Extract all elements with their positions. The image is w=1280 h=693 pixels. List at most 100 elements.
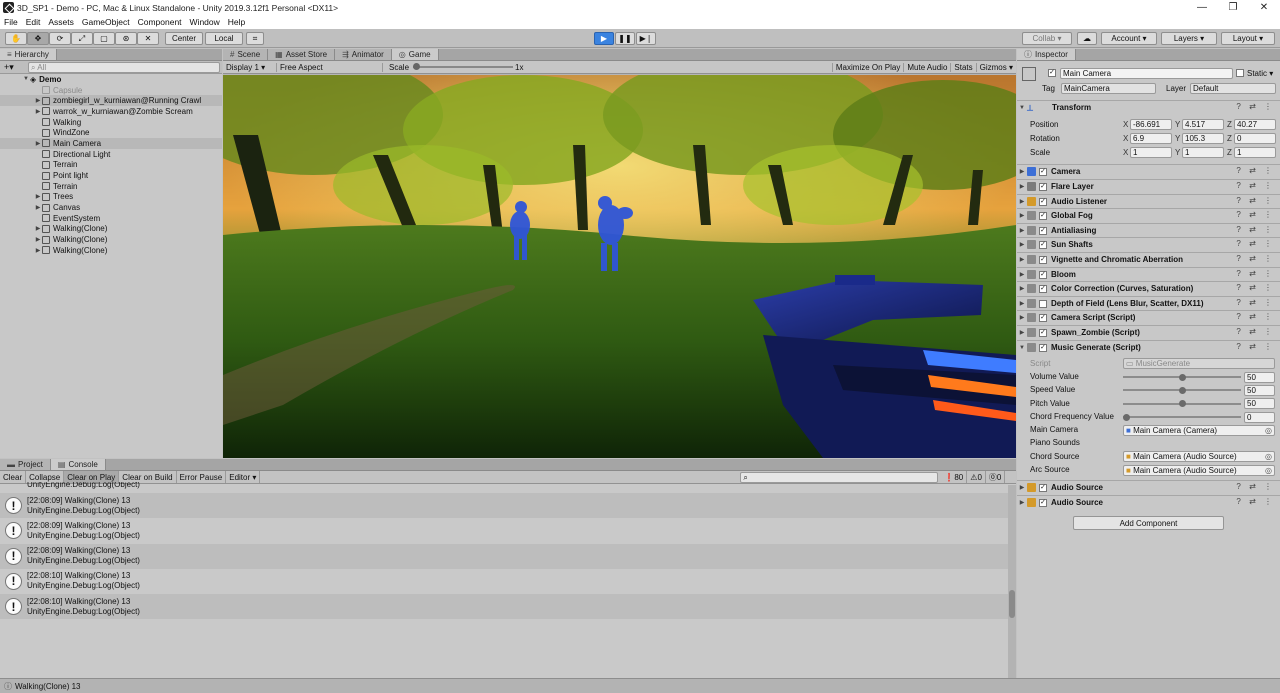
tab-view[interactable]: ◎ Game — [391, 49, 439, 60]
log-entry[interactable]: ! [22:08:10] Walking(Clone) 13 UnityEngine… — [0, 594, 1008, 620]
hierarchy-item[interactable]: ▶ warrok_w_kurniawan@Zombie Scream — [0, 106, 222, 117]
expand-arrow-icon[interactable]: ▶ — [1017, 329, 1027, 336]
hierarchy-item[interactable]: Walking — [0, 117, 222, 128]
component-tools-icon[interactable]: ? ⇄ ⋮ — [1236, 102, 1275, 111]
component-enabled-checkbox[interactable]: ✓ — [1039, 240, 1047, 249]
component-header[interactable]: ▶ ✓ Audio Listener ? ⇄ ⋮ — [1017, 194, 1280, 208]
rotate-tool-icon[interactable]: ⟳ — [49, 32, 71, 45]
editor-dropdown[interactable]: Editor ▾ — [226, 471, 261, 483]
component-tools-icon[interactable]: ? ⇄ ⋮ — [1236, 327, 1275, 336]
component-enabled-checkbox[interactable]: ✓ — [1039, 211, 1047, 220]
component-header[interactable]: ▶ Depth of Field (Lens Blur, Scatter, DX1… — [1017, 296, 1280, 310]
active-checkbox[interactable]: ✓ — [1048, 69, 1056, 77]
component-header[interactable]: ▼ ✓ Music Generate (Script) ? ⇄ ⋮ — [1017, 340, 1280, 354]
hierarchy-item[interactable]: ▶ Walking(Clone) — [0, 234, 222, 245]
scale-tool-icon[interactable]: ⤢ — [71, 32, 93, 45]
tag-dropdown[interactable]: MainCamera — [1061, 83, 1156, 94]
expand-arrow-icon[interactable]: ▶ — [34, 97, 42, 104]
hierarchy-search-input[interactable]: ⌕ All — [28, 62, 220, 73]
collapse-arrow-icon[interactable]: ▼ — [1017, 345, 1027, 351]
expand-arrow-icon[interactable]: ▶ — [1017, 300, 1027, 307]
component-enabled-checkbox[interactable]: ✓ — [1039, 270, 1047, 279]
snap-icon[interactable]: ⌗ — [246, 32, 264, 45]
add-component-button[interactable]: Add Component — [1073, 516, 1224, 530]
object-picker-icon[interactable]: ◎ — [1265, 426, 1272, 435]
component-tools-icon[interactable]: ? ⇄ ⋮ — [1236, 181, 1275, 190]
slider-value-field[interactable]: 0 — [1244, 411, 1275, 423]
pivot-center-button[interactable]: Center — [165, 32, 203, 45]
component-header[interactable]: ▶ ✓ Flare Layer ? ⇄ ⋮ — [1017, 179, 1280, 193]
component-header[interactable]: ▶ ✓ Vignette and Chromatic Aberration ? ⇄ ⋮ — [1017, 252, 1280, 266]
menu-help[interactable]: Help — [228, 17, 245, 27]
component-enabled-checkbox[interactable]: ✓ — [1039, 182, 1047, 191]
expand-arrow-icon[interactable]: ▶ — [1017, 256, 1027, 263]
hierarchy-item[interactable]: WindZone — [0, 127, 222, 138]
component-header[interactable]: ▶ ✓ Color Correction (Curves, Saturation)?… — [1017, 281, 1280, 295]
console-scroll-thumb[interactable] — [1009, 590, 1015, 618]
pause-button[interactable]: ❚❚ — [615, 32, 635, 45]
clear-button[interactable]: Clear — [0, 471, 27, 483]
rect-tool-icon[interactable]: ▢ — [93, 32, 115, 45]
object-ref-field[interactable]: ■ Main Camera (Audio Source) ◎ — [1123, 451, 1275, 463]
component-enabled-checkbox[interactable]: ✓ — [1039, 313, 1047, 322]
component-tools-icon[interactable]: ? ⇄ ⋮ — [1236, 283, 1275, 292]
component-header[interactable]: ▶ ✓ Sun Shafts ? ⇄ ⋮ — [1017, 237, 1280, 251]
menu-file[interactable]: File — [4, 17, 18, 27]
expand-arrow-icon[interactable]: ▶ — [34, 193, 42, 200]
error-pause-toggle[interactable]: Error Pause — [177, 471, 227, 483]
log-entry[interactable]: ! [22:08:09] Walking(Clone) 13 UnityEngine… — [0, 518, 1008, 543]
tab-inspector[interactable]: ⓘ Inspector — [1017, 49, 1076, 60]
scale-slider-knob[interactable] — [413, 63, 421, 70]
rotation-x-field[interactable]: 6.9 — [1130, 133, 1172, 144]
component-enabled-checkbox[interactable] — [1039, 299, 1047, 308]
menu-window[interactable]: Window — [190, 17, 220, 27]
mute-audio-toggle[interactable]: Mute Audio — [903, 62, 950, 72]
component-header[interactable]: ▶ ✓ Antialiasing ? ⇄ ⋮ — [1017, 223, 1280, 237]
expand-arrow-icon[interactable]: ▶ — [1017, 198, 1027, 205]
expand-arrow-icon[interactable]: ▶ — [1017, 183, 1027, 190]
display-dropdown[interactable]: Display 1 ▾ — [223, 62, 277, 72]
pivot-local-button[interactable]: Local — [205, 32, 243, 45]
component-tools-icon[interactable]: ? ⇄ ⋮ — [1236, 312, 1275, 321]
tab-hierarchy[interactable]: ≡ Hierarchy — [0, 49, 57, 60]
audio-source-2-checkbox[interactable]: ✓ — [1039, 498, 1047, 507]
component-tools-icon[interactable]: ? ⇄ ⋮ — [1236, 342, 1275, 351]
log-entry[interactable]: ! [22:08:09] Walking(Clone) 13 UnityEngine… — [0, 493, 1008, 518]
expand-arrow-icon[interactable]: ▶ — [1017, 227, 1027, 234]
object-picker-icon[interactable]: ◎ — [1265, 452, 1272, 461]
log-entry[interactable]: ! [22:08:09] Walking(Clone) 13 UnityEngine… — [0, 543, 1008, 569]
component-tools-icon[interactable]: ? ⇄ ⋮ — [1236, 298, 1275, 307]
expand-arrow-icon[interactable]: ▶ — [34, 108, 42, 115]
slider-knob[interactable] — [1179, 373, 1186, 381]
object-name-field[interactable]: Main Camera — [1060, 68, 1233, 79]
play-button[interactable]: ▶ — [594, 32, 614, 45]
hierarchy-item[interactable]: ▶ Walking(Clone) — [0, 224, 222, 235]
log-entry[interactable]: ! [22:08:10] Walking(Clone) 13 UnityEngine… — [0, 569, 1008, 594]
scale-slider[interactable] — [413, 61, 514, 73]
rotation-y-field[interactable]: 105.3 — [1182, 133, 1224, 144]
hierarchy-item[interactable]: Point light — [0, 170, 222, 181]
step-button[interactable]: ▶❘ — [636, 32, 656, 45]
component-tools-icon[interactable]: ? ⇄ ⋮ — [1236, 210, 1275, 219]
game-render[interactable] — [223, 75, 1016, 458]
error-count-toggle[interactable]: ⓪0 — [986, 471, 1006, 483]
console-scrollbar[interactable] — [1008, 485, 1016, 678]
expand-arrow-icon[interactable]: ▶ — [34, 247, 42, 254]
tab-console[interactable]: ▬ Project — [0, 459, 51, 470]
cloud-icon[interactable]: ☁ — [1077, 32, 1097, 45]
component-header[interactable]: ▶ ✓ Camera ? ⇄ ⋮ — [1017, 164, 1280, 178]
create-plus-icon[interactable]: +▾ — [4, 62, 14, 73]
menu-component[interactable]: Component — [138, 17, 182, 27]
scale-y-field[interactable]: 1 — [1182, 147, 1224, 158]
expand-arrow-icon[interactable]: ▶ — [1017, 314, 1027, 321]
static-checkbox[interactable] — [1236, 69, 1244, 77]
account-dropdown[interactable]: Account ▾ — [1101, 32, 1157, 45]
stats-toggle[interactable]: Stats — [950, 62, 975, 72]
component-header[interactable]: ▶ ✓ Bloom ? ⇄ ⋮ — [1017, 267, 1280, 281]
close-button[interactable]: ✕ — [1249, 0, 1279, 15]
scale-x-field[interactable]: 1 — [1130, 147, 1172, 158]
component-header[interactable]: ▶ ✓ Global Fog ? ⇄ ⋮ — [1017, 208, 1280, 222]
menu-assets[interactable]: Assets — [48, 17, 74, 27]
warn-count-toggle[interactable]: ⚠ 0 — [967, 471, 986, 483]
expand-arrow-icon[interactable]: ▶ — [1017, 484, 1027, 491]
